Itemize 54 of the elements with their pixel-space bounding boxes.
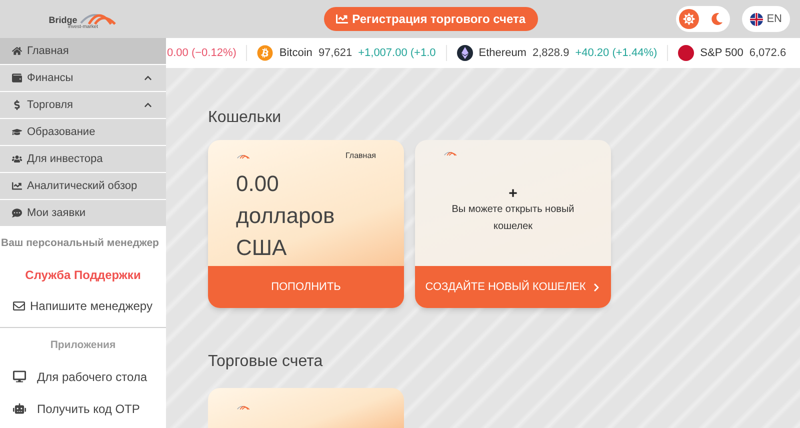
envelope-icon (13, 300, 25, 312)
app-link[interactable]: Получить код OTP (0, 400, 166, 418)
language-button[interactable]: EN (742, 6, 790, 32)
sidebar-item[interactable]: Для инвестора (0, 146, 166, 173)
chevron-icon (592, 282, 601, 292)
ticker-price: 6,072.6 (749, 46, 786, 61)
sidebar-item[interactable]: Торговля (0, 92, 166, 119)
wallet-balance: 0.00 долларов США (236, 170, 336, 262)
home-icon (12, 46, 22, 56)
ticker-change: 0.00 (−0.12%) (167, 46, 236, 61)
sun-icon (682, 13, 695, 25)
sidebar-item[interactable]: Главная (0, 38, 166, 65)
index-icon (678, 45, 694, 61)
sidebar-item[interactable]: Образование (0, 119, 166, 146)
dollar-icon (12, 100, 22, 110)
ethereum-icon (456, 45, 473, 61)
chevron-icon (144, 74, 152, 82)
ticker-name: Bitcoin (279, 46, 312, 61)
chart-icon (336, 13, 348, 25)
support-link[interactable]: Служба Поддержки (0, 266, 166, 284)
people-icon (12, 154, 22, 164)
graduation-cap-icon (12, 127, 22, 137)
plus-icon[interactable]: + (508, 186, 518, 201)
wallet-icon (12, 73, 22, 83)
theme-toggle[interactable] (676, 6, 730, 32)
ticker-name: Ethereum (478, 46, 526, 61)
logo-text: Bridge (48, 16, 78, 24)
sidebar-item[interactable]: Мои заявки (0, 200, 166, 227)
ticker-name: S&P 500 (700, 46, 744, 61)
ticker-change: +40.20 (+1.44%) (575, 46, 658, 61)
ticker-price: 2,828.9 (532, 46, 570, 61)
app-link[interactable]: Для рабочего стола (0, 368, 166, 386)
section-title: Приложения (49, 338, 117, 353)
new-wallet-hint: Вы можете открыть новый кошелек (450, 203, 576, 234)
chevron-icon (144, 101, 152, 109)
chat-bubble-icon (12, 208, 22, 218)
ticker-price: 97,621 (318, 46, 352, 61)
moon-icon (710, 13, 723, 25)
sidebar-item[interactable]: Финансы (0, 65, 166, 92)
robot-icon (13, 402, 26, 415)
section-heading: Кошельки (208, 108, 282, 128)
flag-icon (750, 12, 763, 26)
monitor-icon (13, 370, 26, 383)
ticker-change: +1,007.00 (+1.0 (358, 46, 436, 61)
bitcoin-icon (257, 45, 274, 61)
sidebar-item[interactable]: Аналитический обзор (0, 173, 166, 200)
section-title: Ваш персональный менеджер (0, 236, 160, 251)
chart-icon (12, 181, 22, 191)
section-heading: Торговые счета (208, 352, 324, 372)
wallet-tag: Главная (346, 150, 376, 162)
write-manager-link[interactable]: Напишите менеджеру (0, 296, 166, 315)
logo-icon (236, 153, 250, 159)
logo-icon (236, 404, 250, 410)
logo-icon (443, 150, 457, 156)
